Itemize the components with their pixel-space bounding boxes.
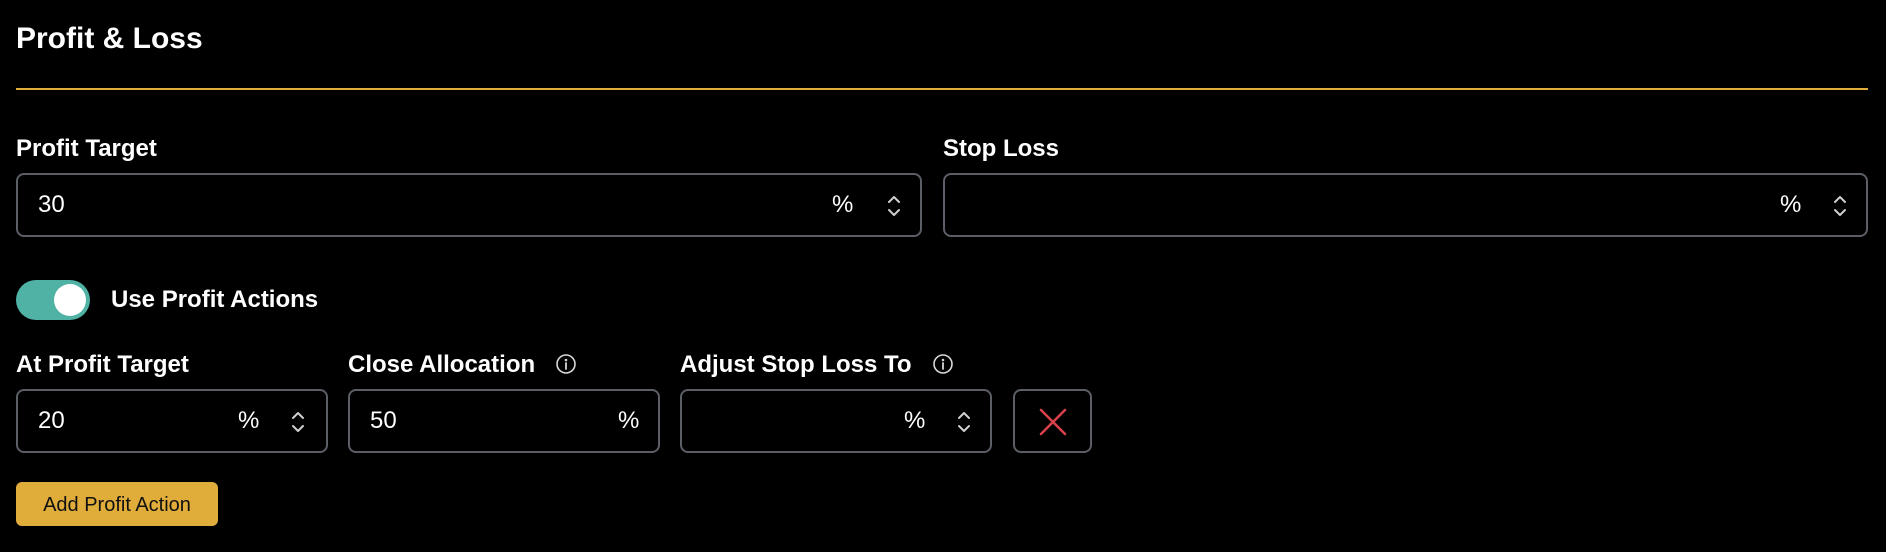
profit-target-label: Profit Target — [16, 135, 157, 162]
use-profit-actions-label: Use Profit Actions — [111, 286, 319, 313]
chevron-up-down-icon[interactable] — [290, 409, 306, 435]
use-profit-actions-toggle[interactable] — [16, 280, 90, 320]
stop-loss-input[interactable]: % — [943, 173, 1868, 237]
stop-loss-label: Stop Loss — [943, 135, 1060, 162]
at-profit-target-input[interactable]: 20 % — [16, 389, 328, 453]
adjust-stop-loss-label-text: Adjust Stop Loss To — [680, 351, 912, 378]
profit-target-input[interactable]: 30 % — [16, 173, 922, 237]
profit-target-value: 30 — [38, 191, 65, 218]
info-icon[interactable] — [932, 353, 954, 375]
at-profit-target-unit: % — [238, 407, 260, 434]
remove-profit-action-button[interactable] — [1013, 389, 1092, 453]
chevron-up-down-icon[interactable] — [956, 409, 972, 435]
close-allocation-input[interactable]: 50 % — [348, 389, 660, 453]
adjust-stop-loss-input[interactable]: % — [680, 389, 992, 453]
chevron-up-down-icon[interactable] — [1832, 193, 1848, 219]
section-title: Profit & Loss — [16, 22, 203, 55]
chevron-up-down-icon[interactable] — [886, 193, 902, 219]
adjust-stop-loss-unit: % — [904, 407, 926, 434]
info-icon[interactable] — [555, 353, 577, 375]
toggle-knob — [54, 284, 86, 316]
profit-target-unit: % — [832, 191, 854, 218]
section-divider — [16, 88, 1868, 90]
adjust-stop-loss-label: Adjust Stop Loss To — [680, 350, 954, 380]
add-profit-action-button[interactable]: Add Profit Action — [16, 482, 218, 526]
close-allocation-value: 50 — [370, 407, 397, 434]
close-allocation-label: Close Allocation — [348, 350, 577, 380]
close-allocation-unit: % — [618, 407, 640, 434]
profit-loss-panel: Profit & Loss Profit Target 30 % Stop Lo… — [0, 0, 1886, 552]
at-profit-target-label: At Profit Target — [16, 351, 189, 378]
stop-loss-unit: % — [1780, 191, 1802, 218]
close-x-icon — [1039, 408, 1067, 436]
at-profit-target-value: 20 — [38, 407, 65, 434]
close-allocation-label-text: Close Allocation — [348, 351, 536, 378]
